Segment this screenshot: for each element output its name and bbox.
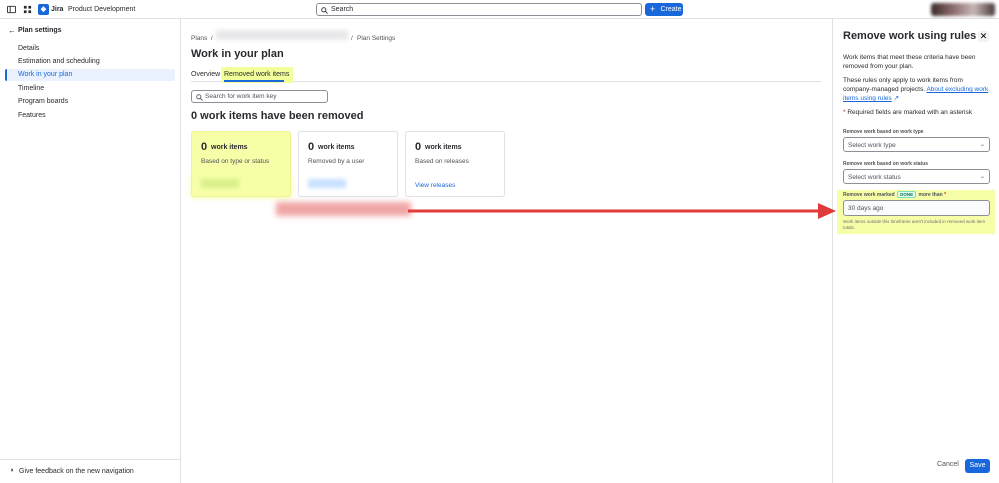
- done-label-suffix: more than: [918, 192, 943, 198]
- main-content: Plans / / Plan Settings Work in your pla…: [181, 19, 832, 483]
- breadcrumb-plan-settings[interactable]: Plan Settings: [357, 35, 395, 42]
- rules-note: These rules only apply to work items fro…: [843, 76, 993, 103]
- page-title: Work in your plan: [191, 48, 284, 60]
- breadcrumb-root-label: Plans: [191, 35, 208, 42]
- work-status-label: Remove work based on work status: [843, 161, 929, 167]
- required-asterisk: *: [944, 192, 947, 198]
- card-unit: work items: [211, 144, 248, 151]
- global-search-input[interactable]: Search: [316, 3, 642, 16]
- sidebar-item-program-boards[interactable]: Program boards: [18, 98, 68, 105]
- app-switcher-icon[interactable]: [23, 5, 32, 14]
- sidebar-item-features[interactable]: Features: [18, 112, 46, 119]
- card-description: Based on type or status: [201, 158, 270, 165]
- sidebar-item-estimation[interactable]: Estimation and scheduling: [18, 58, 100, 65]
- search-placeholder: Search: [331, 6, 354, 13]
- active-tab-indicator: [224, 80, 284, 82]
- card-description: Removed by a user: [308, 158, 365, 165]
- megaphone-icon: ◗: [10, 467, 15, 474]
- breadcrumb-plan-name[interactable]: [216, 30, 348, 40]
- tab-bar: Overview Removed work items: [191, 67, 821, 83]
- tab-overview[interactable]: Overview: [191, 71, 220, 78]
- feedback-label: Give feedback on the new navigation: [19, 468, 134, 475]
- removed-count-heading: 0 work items have been removed: [191, 110, 364, 122]
- removed-by-type-status-card: 0 work items Based on type or status: [191, 131, 291, 197]
- work-type-placeholder: Select work type: [848, 142, 896, 149]
- user-profile-area[interactable]: [931, 3, 995, 16]
- done-timeframe-value: 30 days ago: [848, 205, 884, 212]
- breadcrumb-separator: /: [351, 35, 353, 42]
- card-count: 0: [415, 141, 422, 153]
- done-timeframe-label: Remove work marked DONE more than *: [843, 191, 947, 198]
- removed-by-user-card: 0 work items Removed by a user: [298, 131, 398, 197]
- card-unit: work items: [425, 144, 462, 151]
- feedback-link[interactable]: ◗ Give feedback on the new navigation: [0, 459, 181, 483]
- search-icon: [321, 7, 328, 14]
- card-count: 0: [201, 141, 208, 153]
- plan-settings-sidebar: ← Plan settings Details Estimation and s…: [0, 19, 181, 483]
- back-label: Plan settings: [18, 27, 62, 34]
- remove-work-rules-panel: Remove work using rules ✕ Work items tha…: [832, 19, 999, 483]
- breadcrumb-plans[interactable]: Plans /: [191, 35, 213, 42]
- close-icon: ✕: [979, 31, 988, 41]
- external-link-icon: ↗: [893, 95, 900, 102]
- search-icon: [196, 94, 203, 101]
- panel-intro: Work items that meet these criteria have…: [843, 54, 976, 70]
- removed-by-releases-card: 0 work items Based on releases View rele…: [405, 131, 505, 197]
- save-button[interactable]: Save: [965, 459, 990, 473]
- create-button[interactable]: + Create: [645, 3, 683, 16]
- sidebar-item-details[interactable]: Details: [18, 45, 39, 52]
- plus-icon: +: [650, 4, 656, 14]
- done-label-prefix: Remove work marked: [843, 192, 895, 198]
- brand-name[interactable]: Jira: [51, 6, 63, 13]
- done-timeframe-help: Work items outside this timeframe aren't…: [843, 219, 986, 230]
- sidebar-item-label: Work in your plan: [18, 71, 73, 78]
- close-panel-button[interactable]: ✕: [978, 31, 989, 42]
- top-navigation-bar: ◆ Jira Product Development Search + Creat…: [0, 0, 999, 19]
- sidebar-toggle-icon[interactable]: [7, 5, 16, 14]
- panel-title: Remove work using rules: [843, 30, 977, 42]
- card-description: Based on releases: [415, 158, 469, 165]
- cancel-button[interactable]: Cancel: [937, 461, 959, 468]
- jira-logo-icon[interactable]: ◆: [38, 4, 49, 15]
- back-to-plan-button[interactable]: ← Plan settings: [8, 26, 62, 35]
- card-count: 0: [308, 141, 315, 153]
- work-item-search-placeholder: Search for work item key: [205, 93, 277, 100]
- chevron-down-icon: ⌄: [979, 142, 985, 148]
- work-status-placeholder: Select work status: [848, 174, 901, 181]
- view-releases-link[interactable]: View releases: [415, 182, 455, 189]
- work-status-select[interactable]: Select work status ⌄: [843, 169, 990, 184]
- required-note: * Required fields are marked with an ast…: [843, 108, 993, 117]
- tab-removed-work-items[interactable]: Removed work items: [224, 71, 289, 78]
- create-label: Create: [660, 6, 682, 13]
- card-unit: work items: [318, 144, 355, 151]
- annotation-arrow-tail: [276, 202, 411, 216]
- chevron-down-icon: ⌄: [979, 174, 985, 180]
- work-type-select[interactable]: Select work type ⌄: [843, 137, 990, 152]
- required-asterisk: *: [843, 109, 846, 116]
- sidebar-item-timeline[interactable]: Timeline: [18, 85, 44, 92]
- sidebar-item-work-in-plan[interactable]: Work in your plan: [5, 69, 175, 81]
- arrow-left-icon: ←: [8, 26, 16, 35]
- card-link-redacted[interactable]: [201, 179, 239, 188]
- work-type-label: Remove work based on work type: [843, 129, 924, 135]
- done-status-badge: DONE: [897, 191, 917, 198]
- project-name[interactable]: Product Development: [68, 6, 135, 13]
- done-timeframe-input[interactable]: 30 days ago: [843, 200, 990, 216]
- required-note-text: Required fields are marked with an aster…: [847, 109, 972, 116]
- card-link-redacted[interactable]: [308, 179, 346, 188]
- annotation-arrow: [408, 203, 836, 219]
- work-item-search-input[interactable]: Search for work item key: [191, 90, 328, 103]
